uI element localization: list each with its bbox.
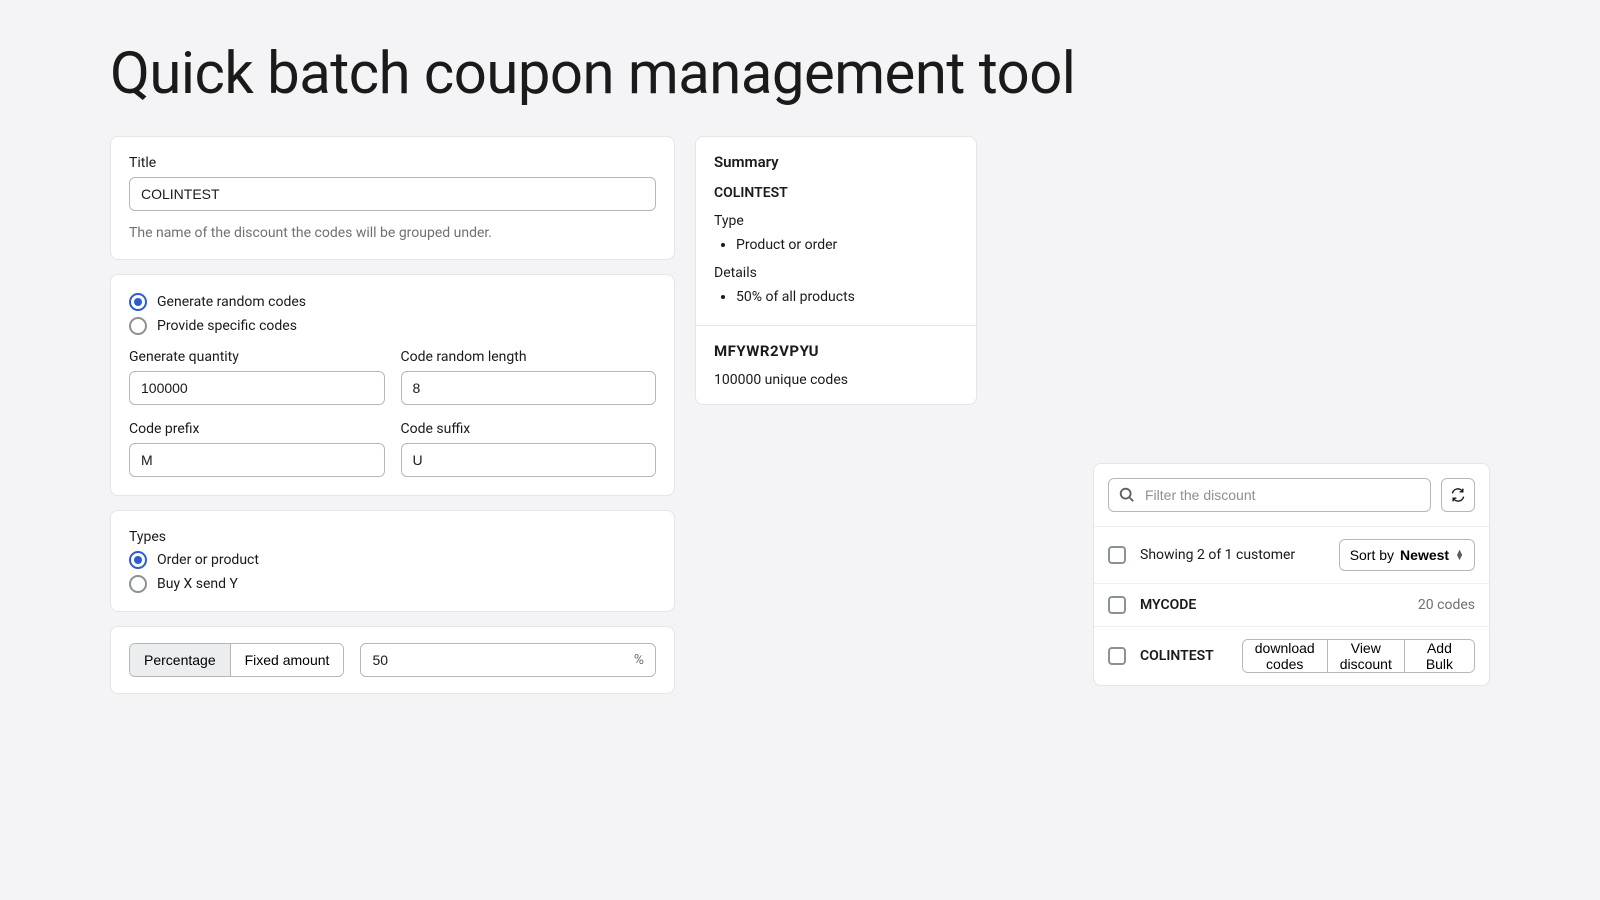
row-checkbox[interactable] bbox=[1108, 596, 1126, 614]
list-item-count: 20 codes bbox=[1418, 597, 1475, 613]
list-item-actions: download codes View discount Add Bulk Co… bbox=[1242, 639, 1475, 673]
suffix-input[interactable] bbox=[401, 443, 657, 477]
list-item: COLINTEST download codes View discount A… bbox=[1094, 626, 1489, 685]
list-header-text: Showing 2 of 1 customer bbox=[1140, 547, 1295, 563]
title-helper: The name of the discount the codes will … bbox=[129, 225, 656, 241]
view-discount-button[interactable]: View discount bbox=[1327, 640, 1404, 672]
quantity-input[interactable] bbox=[129, 371, 385, 405]
list-item-name[interactable]: MYCODE bbox=[1140, 597, 1196, 613]
sort-prefix: Sort by bbox=[1350, 547, 1394, 563]
summary-title: Summary bbox=[714, 153, 958, 171]
list-header-row: Showing 2 of 1 customer Sort by Newest ▲… bbox=[1094, 526, 1489, 583]
radio-label: Buy X send Y bbox=[157, 576, 238, 592]
value-suffix: % bbox=[634, 652, 644, 668]
sort-value: Newest bbox=[1400, 547, 1449, 563]
value-card: Percentage Fixed amount % bbox=[110, 626, 675, 694]
list-item-name[interactable]: COLINTEST bbox=[1140, 648, 1214, 664]
discount-list-panel: Showing 2 of 1 customer Sort by Newest ▲… bbox=[1093, 463, 1490, 686]
sort-caret-icon: ▲▼ bbox=[1455, 550, 1464, 560]
radio-provide-specific[interactable]: Provide specific codes bbox=[129, 317, 656, 335]
select-all-checkbox[interactable] bbox=[1108, 546, 1126, 564]
summary-sample-code: MFYWR2VPYU bbox=[714, 342, 958, 360]
title-card: Title The name of the discount the codes… bbox=[110, 136, 675, 260]
sort-button[interactable]: Sort by Newest ▲▼ bbox=[1339, 539, 1475, 571]
types-card: Types Order or product Buy X send Y bbox=[110, 510, 675, 612]
row-checkbox[interactable] bbox=[1108, 647, 1126, 665]
value-type-segmented: Percentage Fixed amount bbox=[129, 643, 344, 677]
summary-details-item: 50% of all products bbox=[736, 289, 958, 305]
radio-icon bbox=[129, 551, 147, 569]
summary-type-item: Product or order bbox=[736, 237, 958, 253]
radio-buy-x-send-y[interactable]: Buy X send Y bbox=[129, 575, 656, 593]
quantity-label: Generate quantity bbox=[129, 349, 385, 365]
refresh-icon bbox=[1450, 487, 1466, 503]
add-bulk-code-button[interactable]: Add Bulk Code bbox=[1404, 640, 1474, 672]
radio-icon bbox=[129, 575, 147, 593]
segment-fixed[interactable]: Fixed amount bbox=[230, 644, 344, 676]
radio-icon bbox=[129, 317, 147, 335]
page-title: Quick batch coupon management tool bbox=[110, 40, 1490, 108]
types-heading: Types bbox=[129, 529, 656, 545]
summary-card: Summary COLINTEST Type Product or order … bbox=[695, 136, 977, 405]
value-input[interactable] bbox=[360, 643, 656, 677]
radio-label: Provide specific codes bbox=[157, 318, 297, 334]
length-input[interactable] bbox=[401, 371, 657, 405]
prefix-label: Code prefix bbox=[129, 421, 385, 437]
prefix-input[interactable] bbox=[129, 443, 385, 477]
radio-order-product[interactable]: Order or product bbox=[129, 551, 656, 569]
radio-generate-random[interactable]: Generate random codes bbox=[129, 293, 656, 311]
title-label: Title bbox=[129, 155, 656, 171]
refresh-button[interactable] bbox=[1441, 478, 1475, 512]
radio-label: Order or product bbox=[157, 552, 259, 568]
length-label: Code random length bbox=[401, 349, 657, 365]
suffix-label: Code suffix bbox=[401, 421, 657, 437]
segment-percentage[interactable]: Percentage bbox=[130, 644, 230, 676]
summary-discount-name: COLINTEST bbox=[714, 185, 958, 201]
search-icon bbox=[1118, 486, 1136, 504]
generate-card: Generate random codes Provide specific c… bbox=[110, 274, 675, 496]
list-item: MYCODE 20 codes bbox=[1094, 583, 1489, 626]
filter-input[interactable] bbox=[1108, 478, 1431, 512]
radio-label: Generate random codes bbox=[157, 294, 306, 310]
summary-details-heading: Details bbox=[714, 265, 958, 281]
summary-count-text: 100000 unique codes bbox=[714, 372, 958, 388]
radio-icon bbox=[129, 293, 147, 311]
download-codes-button[interactable]: download codes bbox=[1243, 640, 1327, 672]
summary-type-heading: Type bbox=[714, 213, 958, 229]
title-input[interactable] bbox=[129, 177, 656, 211]
